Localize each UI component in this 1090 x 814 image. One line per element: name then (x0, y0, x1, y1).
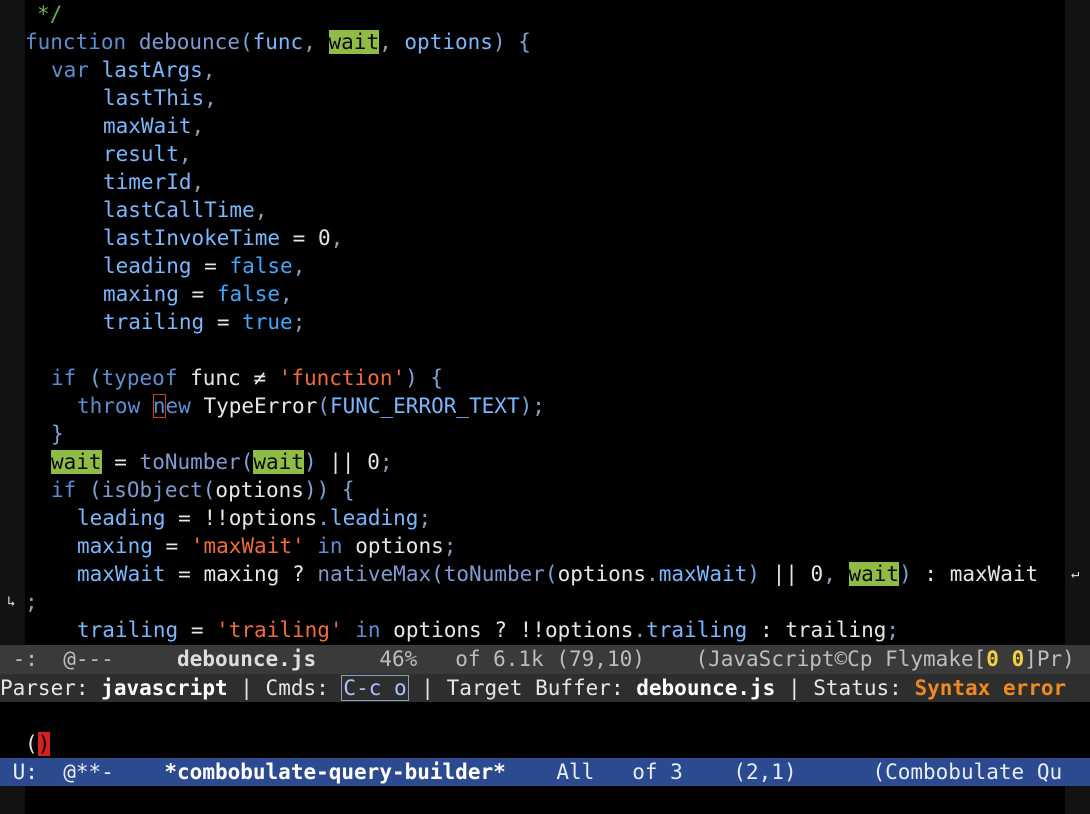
combobulate-header-line: Parser: javascript | Cmds: C-c o | Targe… (0, 674, 1090, 702)
code-line-8: lastCallTime, (103, 198, 268, 222)
status-badge: Syntax error (914, 676, 1067, 700)
param: options (404, 30, 493, 54)
constant: FUNC_ERROR_TEXT (329, 394, 520, 418)
major-mode[interactable]: (Combobulate Qu (872, 760, 1062, 784)
keyword: function (25, 30, 127, 54)
keyword: throw (77, 394, 141, 418)
modeline-debounce[interactable]: -: @--- debounce.js 46% of 6.1k (79,10) … (0, 645, 1090, 674)
class-name: TypeError (203, 394, 318, 418)
code-line-18: if (isObject(options)) { (51, 478, 355, 502)
variable: lastInvokeTime (103, 226, 281, 250)
code-line-15: throw new TypeError(FUNC_ERROR_TEXT); (77, 394, 545, 418)
line-wrap-left-icon: ↳ (7, 594, 16, 610)
cursor: ) (37, 732, 51, 756)
line-wrap-right-icon: ↵ (1071, 566, 1080, 582)
function-call: toNumber (139, 450, 241, 474)
property: leading (329, 506, 419, 530)
buffer-name[interactable]: *combobulate-query-builder* (164, 760, 505, 784)
comment-end: */ (37, 2, 63, 26)
keyword: in (317, 534, 343, 558)
target-buffer: debounce.js (636, 676, 776, 700)
code-line-16: } (51, 422, 64, 446)
code-line-12: trailing = true; (103, 310, 306, 334)
function-call: toNumber (443, 562, 545, 586)
variable: result (103, 142, 179, 166)
variable: timerId (103, 170, 192, 194)
highlighted-symbol: wait (253, 450, 304, 474)
code-line-21: maxWait = maxing ? nativeMax(toNumber(op… (77, 562, 1039, 586)
highlighted-symbol: wait (848, 562, 900, 586)
boolean: true (242, 310, 293, 334)
buffer-name[interactable]: debounce.js (177, 647, 316, 671)
highlighted-symbol: wait (328, 30, 380, 54)
keyword: if (51, 478, 77, 502)
right-fringe (1065, 0, 1090, 645)
code-line-14: if (typeof func ≠ 'function') { (51, 366, 444, 390)
echo-area (0, 786, 1090, 814)
code-line-1: */ (37, 0, 62, 28)
boolean: false (229, 254, 293, 278)
variable: lastArgs (101, 58, 203, 82)
property: maxWait (658, 562, 748, 586)
modeline-query-builder[interactable]: U: @**- *combobulate-query-builder* All … (0, 758, 1090, 786)
major-mode[interactable]: (JavaScript©Cp Flymake[ (695, 647, 986, 671)
variable: leading (103, 254, 192, 278)
boolean: false (216, 282, 281, 306)
param: func (252, 30, 304, 54)
property: trailing (646, 618, 748, 642)
highlighted-symbol: wait (51, 450, 102, 474)
string: 'function' (278, 366, 406, 390)
not-equal-ligature: ≠ (253, 366, 267, 390)
query-builder-buffer[interactable]: () (0, 702, 1090, 758)
left-fringe (0, 0, 25, 645)
function-name: debounce (138, 30, 240, 54)
keyword: var (51, 58, 89, 82)
code-line-2: function debounce(func, wait, options) { (25, 30, 531, 54)
code-line-17: wait = toNumber(wait) || 0; (51, 450, 393, 474)
variable: trailing (103, 310, 205, 334)
code-line-11: maxing = false, (103, 282, 293, 306)
keyword: if (51, 366, 77, 390)
code-line-9: lastInvokeTime = 0, (103, 226, 344, 250)
flymake-count: 0 (1011, 647, 1025, 671)
flymake-count: 0 (986, 647, 999, 671)
variable: maxing (103, 282, 179, 306)
code-line-22: trailing = 'trailing' in options ? !!opt… (77, 618, 900, 642)
variable: lastThis (103, 86, 205, 110)
string: 'maxWait' (190, 534, 305, 558)
function-call: nativeMax (317, 562, 432, 586)
variable: lastCallTime (103, 198, 255, 222)
parser-name: javascript (101, 676, 228, 700)
code-line-4: lastThis, (103, 86, 217, 110)
code-line-6: result, (103, 142, 192, 166)
cmds-keybinding[interactable]: C-c o (341, 675, 409, 701)
keyword: typeof (101, 366, 178, 390)
code-editor[interactable]: */ function debounce(func, wait, options… (25, 0, 1065, 645)
code-line-10: leading = false, (103, 254, 306, 278)
code-line-7: timerId, (103, 170, 205, 194)
code-line-20: maxing = 'maxWait' in options; (77, 534, 457, 558)
function-call: isObject (101, 478, 203, 502)
variable: maxWait (103, 114, 192, 138)
code-line-3: var lastArgs, (51, 58, 216, 82)
code-line-5: maxWait, (103, 114, 205, 138)
string: 'trailing' (216, 618, 343, 642)
code-line-21-wrap: ; (25, 590, 38, 614)
code-line-19: leading = !!options.leading; (77, 506, 432, 530)
query-input[interactable]: () (25, 730, 51, 758)
keyword: in (355, 618, 381, 642)
error-marker: n (152, 394, 166, 418)
